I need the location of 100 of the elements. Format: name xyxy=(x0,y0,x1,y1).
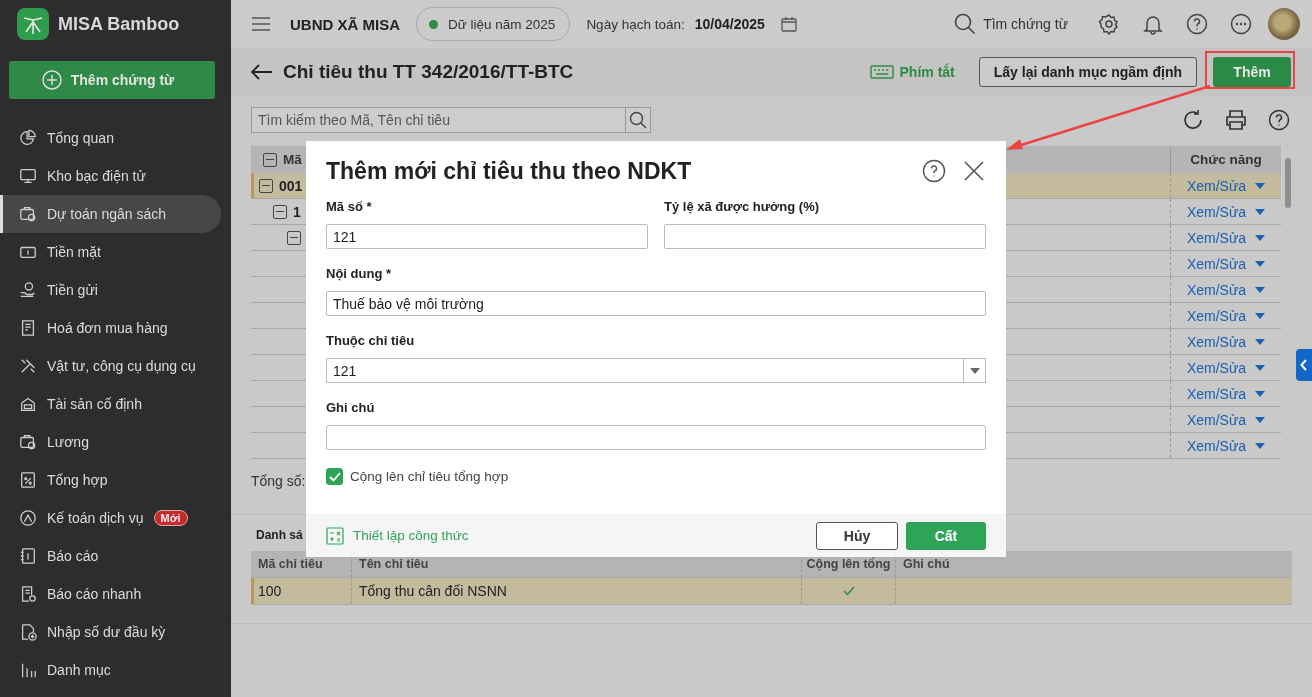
calculator-icon xyxy=(326,526,344,545)
input-field[interactable] xyxy=(326,425,986,450)
caret-icon[interactable] xyxy=(1255,338,1266,345)
caret-icon[interactable] xyxy=(1255,364,1266,371)
sidebar-label: Tiền gửi xyxy=(47,282,98,298)
sidebar-item[interactable]: Danh mục xyxy=(0,651,221,689)
view-edit-link[interactable]: Xem/Sửa xyxy=(1186,307,1247,324)
view-edit-link[interactable]: Xem/Sửa xyxy=(1186,411,1247,428)
sidebar-label: Vật tư, công cụ dụng cụ xyxy=(47,358,196,374)
caret-icon[interactable] xyxy=(1255,260,1266,267)
sidebar-item[interactable]: Kế toán dịch vụ Mới xyxy=(0,499,221,537)
sidebar-item[interactable]: Tiền mặt xyxy=(0,233,221,271)
add-button[interactable]: Thêm xyxy=(1213,57,1291,87)
voucher-search[interactable]: Tìm chứng từ xyxy=(954,13,1068,35)
column-header: Mã xyxy=(283,152,302,167)
bar-chart-icon xyxy=(19,661,37,679)
sidebar-label: Kho bạc điện tử xyxy=(47,168,146,184)
checkbox-label: Cộng lên chỉ tiêu tổng hợp xyxy=(350,469,509,484)
field-label: Nội dung * xyxy=(326,266,392,283)
search-icon xyxy=(629,111,647,129)
search-icon xyxy=(954,13,977,35)
collapse-toggle[interactable] xyxy=(263,152,277,167)
view-edit-link[interactable]: Xem/Sửa xyxy=(1186,281,1247,298)
collapse-toggle[interactable] xyxy=(273,204,287,219)
caret-icon[interactable] xyxy=(1255,234,1266,241)
caret-icon[interactable] xyxy=(1255,442,1266,449)
column-header: Ghi chú xyxy=(902,556,951,573)
close-icon[interactable] xyxy=(964,161,984,181)
view-edit-link[interactable]: Xem/Sửa xyxy=(1186,385,1247,402)
sidebar-item[interactable]: Lương xyxy=(0,423,221,461)
caret-icon[interactable] xyxy=(1255,286,1266,293)
view-edit-link[interactable]: Xem/Sửa xyxy=(1186,203,1247,220)
dropdown-button[interactable] xyxy=(963,358,986,383)
cancel-button[interactable]: Hủy xyxy=(816,521,898,550)
percent-document-icon xyxy=(19,471,37,489)
sidebar-item[interactable]: Kho bạc điện tử xyxy=(0,157,221,195)
sidebar-item[interactable]: Dự toán ngân sách xyxy=(0,195,221,233)
caret-icon[interactable] xyxy=(1255,182,1266,189)
sidebar-item[interactable]: Tài sản cố định xyxy=(0,385,221,423)
help-icon[interactable] xyxy=(1186,13,1208,35)
back-arrow-icon[interactable] xyxy=(251,64,273,80)
new-badge: Mới xyxy=(153,510,188,526)
sidebar-item[interactable]: Nhập số dư đầu kỳ xyxy=(0,613,221,651)
sidebar-item[interactable]: Hoá đơn mua hàng xyxy=(0,309,221,347)
caret-icon[interactable] xyxy=(1255,208,1266,215)
chevron-left-icon xyxy=(1300,359,1308,371)
settings-icon[interactable] xyxy=(1098,13,1120,35)
sidebar-item[interactable]: Tổng quan xyxy=(0,119,221,157)
sidebar-item[interactable]: Tiền gửi xyxy=(0,271,221,309)
help-icon[interactable] xyxy=(1268,109,1290,131)
help-icon[interactable] xyxy=(922,159,946,183)
search-field[interactable]: Tìm kiếm theo Mã, Tên chỉ tiêu xyxy=(251,107,625,133)
sidebar-label: Nhập số dư đầu kỳ xyxy=(47,624,166,640)
calendar-icon[interactable] xyxy=(780,16,797,32)
avatar[interactable] xyxy=(1268,8,1300,40)
input-field[interactable]: Thuế bảo vệ môi trường xyxy=(326,291,986,316)
view-edit-link[interactable]: Xem/Sửa xyxy=(1186,333,1247,350)
ledger-icon xyxy=(19,547,37,565)
field-label: Ghi chú xyxy=(326,400,376,417)
sidebar-item[interactable]: Tổng hợp xyxy=(0,461,221,499)
print-icon[interactable] xyxy=(1225,109,1247,131)
notification-bell-icon[interactable] xyxy=(1142,13,1164,35)
refresh-icon[interactable] xyxy=(1182,109,1204,131)
file-plus-icon xyxy=(19,623,37,641)
view-edit-link[interactable]: Xem/Sửa xyxy=(1186,255,1247,272)
input-field[interactable] xyxy=(664,224,986,249)
sidebar-label: Tổng hợp xyxy=(47,472,108,488)
sidebar-item[interactable]: Báo cáo nhanh xyxy=(0,575,221,613)
sidebar-item[interactable]: Vật tư, công cụ dụng cụ xyxy=(0,347,221,385)
sidebar-label: Kế toán dịch vụ xyxy=(47,510,144,526)
view-edit-link[interactable]: Xem/Sửa xyxy=(1186,359,1247,376)
view-edit-link[interactable]: Xem/Sửa xyxy=(1186,437,1247,454)
collapse-toggle[interactable] xyxy=(287,230,301,245)
caret-icon[interactable] xyxy=(1255,416,1266,423)
sidebar-label: Lương xyxy=(47,434,89,450)
sidebar-label: Danh mục xyxy=(47,662,111,678)
sidebar-label: Tổng quan xyxy=(47,130,114,146)
view-edit-link[interactable]: Xem/Sửa xyxy=(1186,229,1247,246)
coin-hand-icon xyxy=(19,281,37,299)
sidebar-label: Tài sản cố định xyxy=(47,396,142,412)
collapse-panel-tab[interactable] xyxy=(1296,349,1312,381)
more-icon[interactable] xyxy=(1230,13,1252,35)
page-title: Chỉ tiêu thu TT 342/2016/TT-BTC xyxy=(283,61,574,83)
sidebar-item[interactable]: Báo cáo xyxy=(0,537,221,575)
circle-logo-icon xyxy=(19,509,37,527)
restore-defaults-button[interactable]: Lấy lại danh mục ngầm định xyxy=(978,57,1197,87)
caret-icon[interactable] xyxy=(1255,312,1266,319)
input-field[interactable]: 121 xyxy=(326,224,648,249)
caret-icon[interactable] xyxy=(1255,390,1266,397)
dialog-title: Thêm mới chỉ tiêu thu theo NDKT xyxy=(326,157,693,185)
field-label: Thuộc chỉ tiêu xyxy=(326,333,416,350)
field-label: Mã số * xyxy=(326,199,373,216)
checkbox[interactable] xyxy=(326,468,343,485)
date-label: Ngày hạch toán: xyxy=(586,16,685,32)
collapse-toggle[interactable] xyxy=(259,178,273,193)
receipt-icon xyxy=(19,319,37,337)
dropdown-field[interactable]: 121 xyxy=(326,358,963,383)
plus-circle-icon xyxy=(41,70,62,90)
menu-icon[interactable] xyxy=(252,17,270,31)
search-button[interactable] xyxy=(625,107,651,133)
